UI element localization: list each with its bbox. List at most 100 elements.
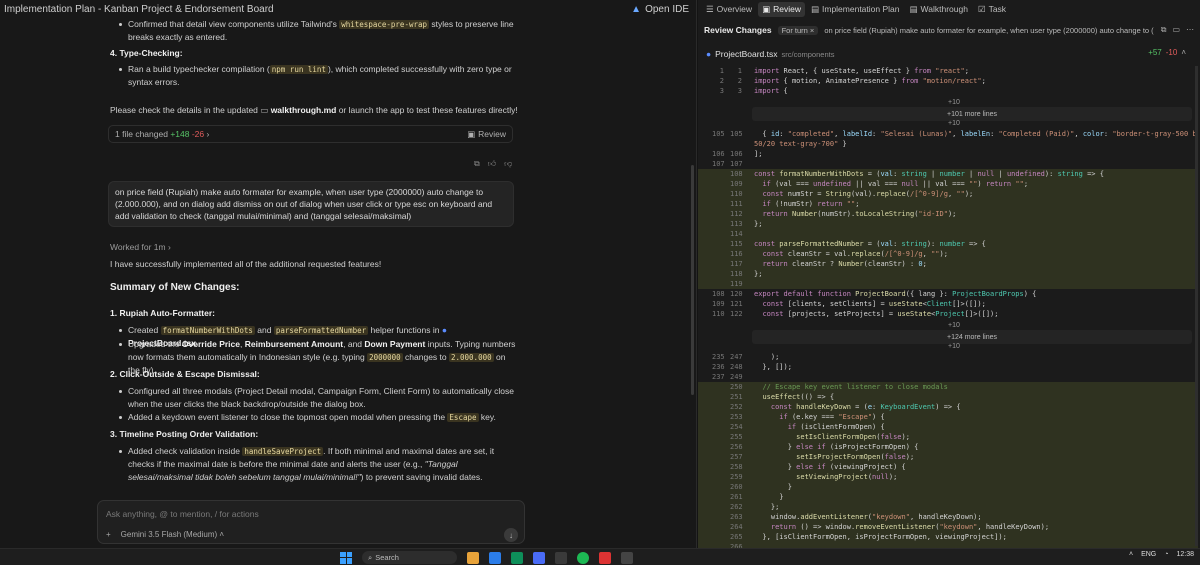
chat-bullet: Ran a build typechecker compilation (npm… xyxy=(119,63,518,89)
review-button[interactable]: ▣ Review xyxy=(467,128,506,141)
review-pane: ☰ Overview ▣ Review ▤ Implementation Plan ▤… xyxy=(698,0,1200,548)
code-line-added: 262 }; xyxy=(698,502,1198,512)
chat-pane: Implementation Plan - Kanban Project & E… xyxy=(0,0,697,548)
turn-chip[interactable]: For turn × xyxy=(777,25,819,35)
diff-file-header[interactable]: ● ProjectBoard.tsx src/components +57 -1… xyxy=(698,47,1200,61)
wifi-icon[interactable]: ◔ xyxy=(1164,551,1168,558)
code-line-added: 255 setIsClientFormOpen(false); xyxy=(698,432,1198,442)
walkthrough-link[interactable]: walkthrough.md xyxy=(271,105,337,115)
lines-added: +57 xyxy=(1148,48,1162,57)
react-file-icon: ● xyxy=(706,49,712,59)
code-line: 106 106]; xyxy=(712,150,763,158)
tab-walkthrough[interactable]: ▤ Walkthrough xyxy=(906,2,972,17)
code-line-added: 117 return cleanStr ? Number(cleanStr) :… xyxy=(698,259,1198,269)
taskbar-app-icon[interactable] xyxy=(577,551,589,564)
tab-implementation-plan[interactable]: ▤ Implementation Plan xyxy=(807,2,904,17)
expand-lines-button[interactable]: +124 more lines xyxy=(752,330,1192,344)
code-line-added: 259 setViewingProject(null); xyxy=(698,472,1198,482)
tab-task[interactable]: ☑ Task xyxy=(974,2,1010,17)
taskbar-app-icon[interactable] xyxy=(621,551,633,564)
code-line: 109 121 const [clients, setClients] = use… xyxy=(712,300,986,308)
code-line-added: 258 } else if (viewingProject) { xyxy=(698,462,1198,472)
taskbar-app-icon[interactable] xyxy=(599,551,611,564)
open-ide-button[interactable]: ▲ Open IDE xyxy=(631,4,689,15)
section-heading: 2. Click-Outside & Escape Dismissal: xyxy=(110,369,260,379)
feedback-icons: ⧉ 👍︎ 👎︎ xyxy=(474,157,512,170)
more-icon[interactable]: ⋯ xyxy=(1186,25,1194,35)
code-line: 2 2 import { motion, AnimatePresence } fro… xyxy=(719,77,986,85)
code-line: 107 107 xyxy=(712,160,743,168)
file-path: src/components xyxy=(781,49,835,59)
chevron-up-icon[interactable]: ˄ xyxy=(1129,551,1133,558)
section-heading: 1. Rupiah Auto-Formatter: xyxy=(110,308,215,318)
window-title: Implementation Plan - Kanban Project & E… xyxy=(4,3,274,15)
model-selector[interactable]: Gemini 3.5 Flash (Medium) ˄ xyxy=(121,530,224,539)
taskbar-app-icon[interactable] xyxy=(467,551,479,564)
code-line-added: 118}; xyxy=(698,269,1198,279)
diff-scrollbar[interactable] xyxy=(1195,66,1198,546)
tab-review[interactable]: ▣ Review xyxy=(758,1,805,17)
expand-lines-button[interactable]: +101 more lines xyxy=(752,107,1192,121)
code-line-added: 257 setIsProjectFormOpen(false); xyxy=(698,452,1198,462)
review-icon: ▣ xyxy=(762,3,771,14)
lines-removed: -10 xyxy=(1165,48,1178,57)
user-message: on price field (Rupiah) make auto format… xyxy=(108,181,514,227)
review-changes-title: Review Changes xyxy=(704,25,772,35)
code-line-added: 111 if (!numStr) return ""; xyxy=(698,199,1198,209)
code-line: 237 249 xyxy=(712,373,743,381)
taskbar-app-icon[interactable] xyxy=(511,551,523,564)
copy-icon[interactable]: ⧉ xyxy=(1161,25,1167,35)
code-line: 108 120 export default function ProjectBoa… xyxy=(712,290,1037,298)
thumbs-up-icon[interactable]: 👍︎ xyxy=(488,157,496,170)
chat-transcript: Confirmed that detail view components ut… xyxy=(0,18,690,498)
lang-indicator[interactable]: ENG xyxy=(1141,551,1156,558)
tab-overview[interactable]: ☰ Overview xyxy=(702,2,756,17)
comment-icon[interactable]: ▭ xyxy=(1172,25,1180,35)
files-changed-card[interactable]: 1 file changed +148 -26 › ▣ Review xyxy=(108,125,513,143)
file-name: ProjectBoard.tsx xyxy=(715,49,778,59)
section-heading: 4. Type-Checking: xyxy=(110,48,183,58)
code-line-added: 251 useEffect(() => { xyxy=(698,392,1198,402)
chat-input[interactable]: Ask anything, @ to mention, / for action… xyxy=(106,509,259,519)
chevron-up-icon[interactable]: ˄ xyxy=(1181,48,1186,57)
add-icon[interactable]: + xyxy=(106,530,111,539)
check-paragraph: Please check the details in the updated … xyxy=(110,105,518,115)
code-line-added: 110 const numStr = String(val).replace(/… xyxy=(698,189,1198,199)
taskbar-app-icon[interactable] xyxy=(489,551,501,564)
summary-heading: Summary of New Changes: xyxy=(110,282,240,293)
doc-icon: ▤ xyxy=(909,3,918,14)
section-heading: 3. Timeline Posting Order Validation: xyxy=(110,429,259,439)
clock[interactable]: 12:38 xyxy=(1176,551,1194,558)
windows-start-icon[interactable] xyxy=(340,551,352,564)
code-line-added: 250 // Escape key event listener to clos… xyxy=(698,382,1198,392)
done-text: I have successfully implemented all of t… xyxy=(110,259,382,269)
code-line: 3 3 import { xyxy=(719,87,788,95)
taskbar-search[interactable]: ⌕ Search xyxy=(362,551,457,564)
code-line-added: 253 if (e.key === "Escape") { xyxy=(698,412,1198,422)
chat-scrollbar[interactable] xyxy=(691,165,694,395)
chat-bullet: Confirmed that detail view components ut… xyxy=(119,18,518,44)
overview-icon: ☰ xyxy=(706,3,714,14)
close-icon[interactable]: × xyxy=(810,26,814,35)
review-changes-bar: Review Changes For turn × on price field… xyxy=(698,22,1200,38)
chevron-right-icon: › xyxy=(206,128,210,139)
worked-for[interactable]: Worked for 1m › xyxy=(110,241,171,254)
send-button[interactable]: ↓ xyxy=(504,528,518,542)
taskbar-app-icon[interactable] xyxy=(533,551,545,564)
code-line-added: 119 xyxy=(698,279,1198,289)
code-line-added: 254 if (isClientFormOpen) { xyxy=(698,422,1198,432)
chat-input-box[interactable]: Ask anything, @ to mention, / for action… xyxy=(97,500,525,544)
chevron-up-icon: ˄ xyxy=(219,530,225,539)
code-line-added: 261 } xyxy=(698,492,1198,502)
review-description: on price field (Rupiah) make auto format… xyxy=(824,25,1154,35)
code-line-added: 108 const formatNumberWithDots = (val: st… xyxy=(698,169,1198,179)
copy-icon[interactable]: ⧉ xyxy=(474,157,480,170)
code-line-added: 252 const handleKeyDown = (e: KeyboardEv… xyxy=(698,402,1198,412)
code-line-added: 112 return Number(numStr).toLocaleString… xyxy=(698,209,1198,219)
chat-bullet: Configured all three modals (Project Det… xyxy=(119,385,518,411)
doc-icon: ▤ xyxy=(810,3,819,14)
code-line-added: 114 xyxy=(698,229,1198,239)
taskbar-app-icon[interactable] xyxy=(555,551,567,564)
code-line-added: 113}; xyxy=(698,219,1198,229)
thumbs-down-icon[interactable]: 👎︎ xyxy=(504,157,512,170)
